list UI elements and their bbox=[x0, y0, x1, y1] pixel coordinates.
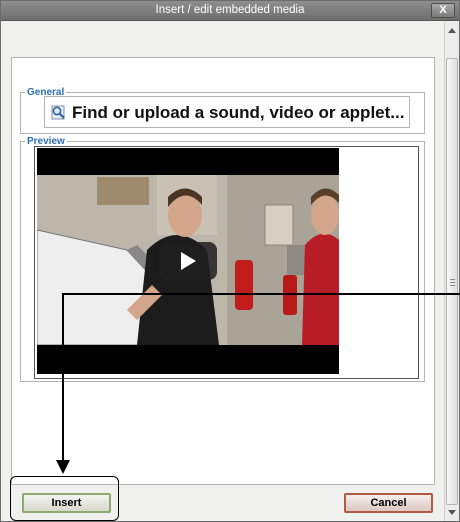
dialog-title: Insert / edit embedded media bbox=[155, 4, 305, 16]
play-icon bbox=[181, 252, 196, 270]
annotation-highlight-box bbox=[10, 476, 119, 521]
magnifier-icon[interactable] bbox=[51, 105, 66, 120]
annotation-arrowhead-icon bbox=[56, 460, 70, 474]
vertical-scrollbar[interactable] bbox=[444, 22, 459, 521]
annotation-line-horizontal bbox=[62, 293, 460, 295]
dialog-titlebar[interactable]: Insert / edit embedded media X bbox=[1, 1, 459, 21]
close-button[interactable]: X bbox=[431, 3, 455, 18]
grip-icon bbox=[450, 279, 455, 286]
scroll-up-icon[interactable] bbox=[448, 28, 456, 33]
scroll-thumb[interactable] bbox=[446, 58, 458, 505]
media-url-text: Find or upload a sound, video or applet.… bbox=[72, 103, 405, 122]
play-button[interactable] bbox=[159, 242, 217, 280]
cancel-button[interactable]: Cancel bbox=[344, 493, 433, 513]
media-url-field[interactable]: Find or upload a sound, video or applet.… bbox=[44, 96, 410, 128]
close-icon: X bbox=[439, 4, 447, 16]
tab-bar bbox=[11, 36, 435, 58]
annotation-line-vertical bbox=[62, 293, 64, 463]
scroll-down-icon[interactable] bbox=[448, 510, 456, 515]
